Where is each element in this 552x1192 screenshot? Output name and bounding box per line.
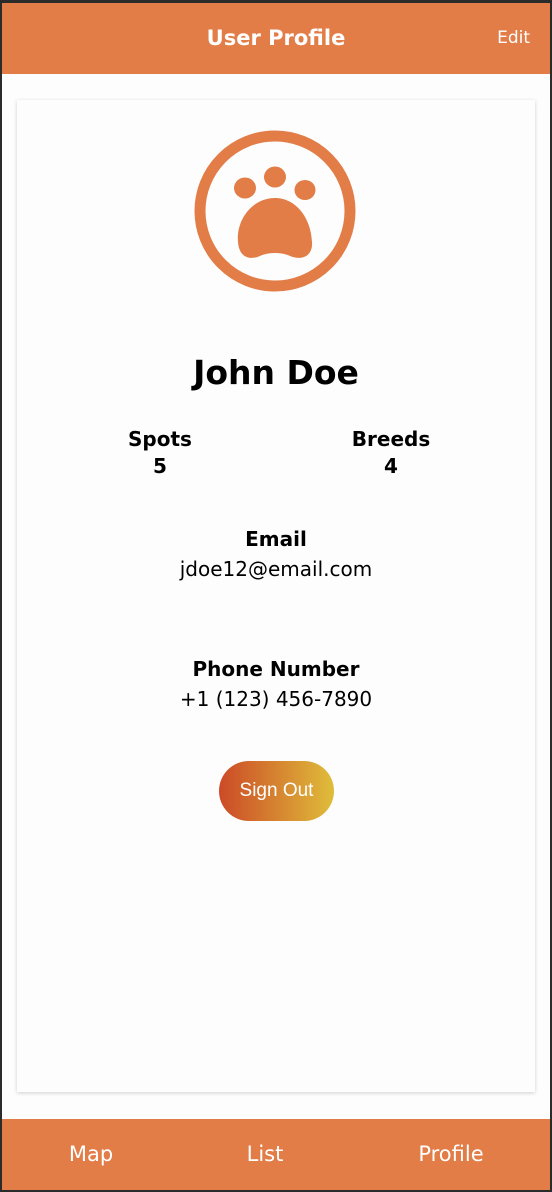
sign-out-button[interactable]: Sign Out <box>219 761 334 821</box>
tab-profile[interactable]: Profile <box>406 1139 496 1169</box>
tab-list[interactable]: List <box>230 1139 300 1169</box>
phone-section: Phone Number +1 (123) 456-7890 <box>17 654 535 714</box>
paw-icon <box>194 130 356 292</box>
stat-value: 4 <box>384 454 398 478</box>
page-title: User Profile <box>206 26 346 50</box>
stat-label: Breeds <box>351 427 431 451</box>
phone-label: Phone Number <box>192 657 360 681</box>
bottom-tab-bar: Map List Profile <box>2 1119 550 1190</box>
user-name: John Doe <box>193 353 359 392</box>
header-bar: User Profile Edit <box>2 3 550 74</box>
email-label: Email <box>245 527 307 551</box>
tab-map[interactable]: Map <box>56 1139 126 1169</box>
email-value: jdoe12@email.com <box>179 557 373 581</box>
phone-value: +1 (123) 456-7890 <box>179 687 373 711</box>
app-screen: User Profile Edit John Doe Spots 5 Breed… <box>2 3 550 1190</box>
stat-value: 5 <box>153 454 167 478</box>
stat-spots: Spots 5 <box>100 424 220 478</box>
edit-button[interactable]: Edit <box>497 25 530 51</box>
email-section: Email jdoe12@email.com <box>17 524 535 584</box>
profile-card: John Doe Spots 5 Breeds 4 Email jdoe12@e… <box>17 100 535 1092</box>
stat-label: Spots <box>128 427 192 451</box>
stat-breeds: Breeds 4 <box>331 424 451 478</box>
